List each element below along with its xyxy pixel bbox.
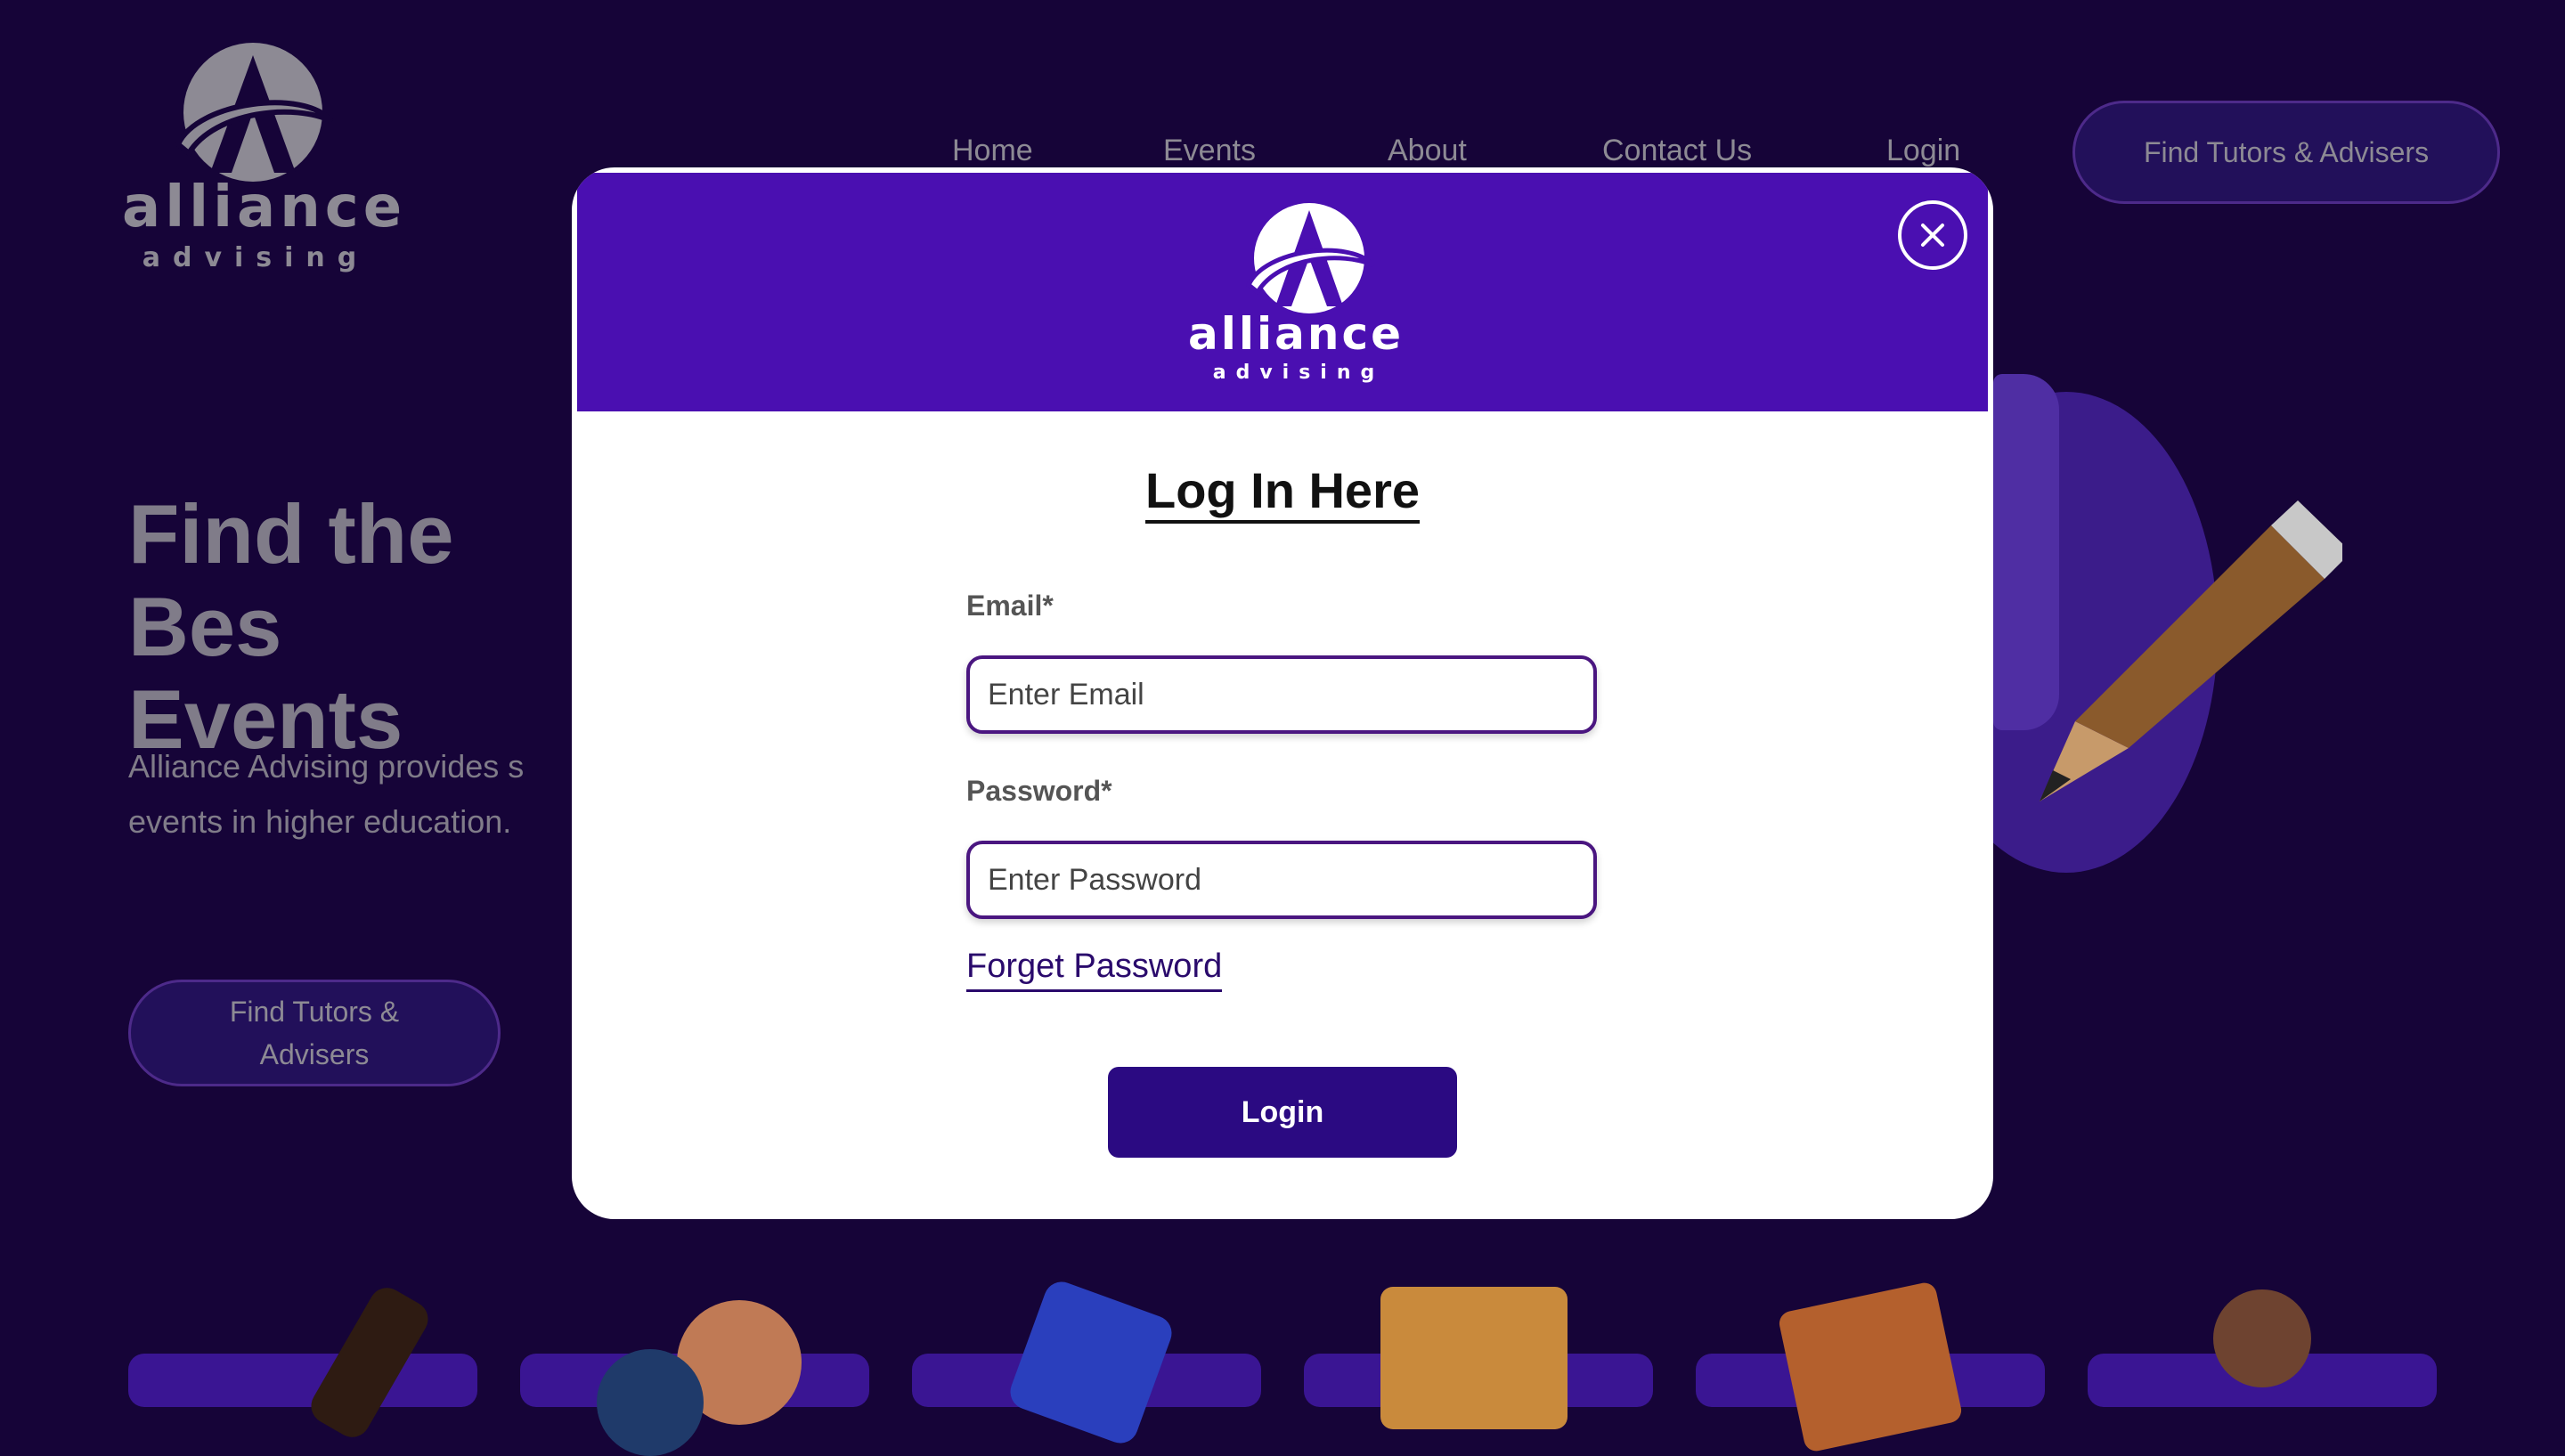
globe-illustration <box>597 1349 704 1456</box>
password-input[interactable] <box>966 841 1597 919</box>
close-button[interactable] <box>1898 200 1967 270</box>
nav-about[interactable]: About <box>1388 134 1467 168</box>
find-tutors-button[interactable]: Find Tutors & Advisers <box>2072 101 2500 204</box>
modal-header: alliance advising <box>577 173 1988 411</box>
logo-mark-icon <box>1245 203 1375 313</box>
logo-mark-icon <box>175 43 334 182</box>
pencil-illustration <box>2040 500 2342 801</box>
logo-wordmark: alliance <box>122 175 407 240</box>
logo-wordmark: alliance <box>1187 308 1405 360</box>
logo-tagline: advising <box>1212 362 1385 384</box>
logo-tagline: advising <box>142 242 370 273</box>
modal-title: Log In Here <box>572 461 1993 524</box>
site-logo[interactable]: alliance advising <box>122 39 407 280</box>
category-card[interactable] <box>128 1354 477 1407</box>
folder-illustration <box>1380 1287 1568 1429</box>
password-label: Password* <box>966 775 1112 807</box>
login-button[interactable]: Login <box>1108 1067 1457 1158</box>
login-modal: alliance advising Log In Here Email* Pas… <box>572 167 1993 1219</box>
close-icon <box>1921 224 1944 247</box>
modal-logo: alliance advising <box>577 173 1988 411</box>
hero-find-tutors-button[interactable]: Find Tutors & Advisers <box>128 980 501 1086</box>
nav-events[interactable]: Events <box>1163 134 1256 168</box>
email-label: Email* <box>966 590 1054 622</box>
ball-illustration <box>2213 1289 2311 1387</box>
hero-title: Find the Bes Events <box>128 487 454 766</box>
forgot-password-link[interactable]: Forget Password <box>966 948 1223 992</box>
modal-title-text: Log In Here <box>1144 462 1421 524</box>
box-illustration <box>1777 1281 1964 1453</box>
nav-contact-us[interactable]: Contact Us <box>1602 134 1752 168</box>
hero-cta-label: Find Tutors & Advisers <box>229 996 400 1070</box>
email-input[interactable] <box>966 655 1597 734</box>
nav-login[interactable]: Login <box>1886 134 1960 168</box>
nav-home[interactable]: Home <box>952 134 1033 168</box>
notebook-illustration <box>1005 1276 1177 1449</box>
